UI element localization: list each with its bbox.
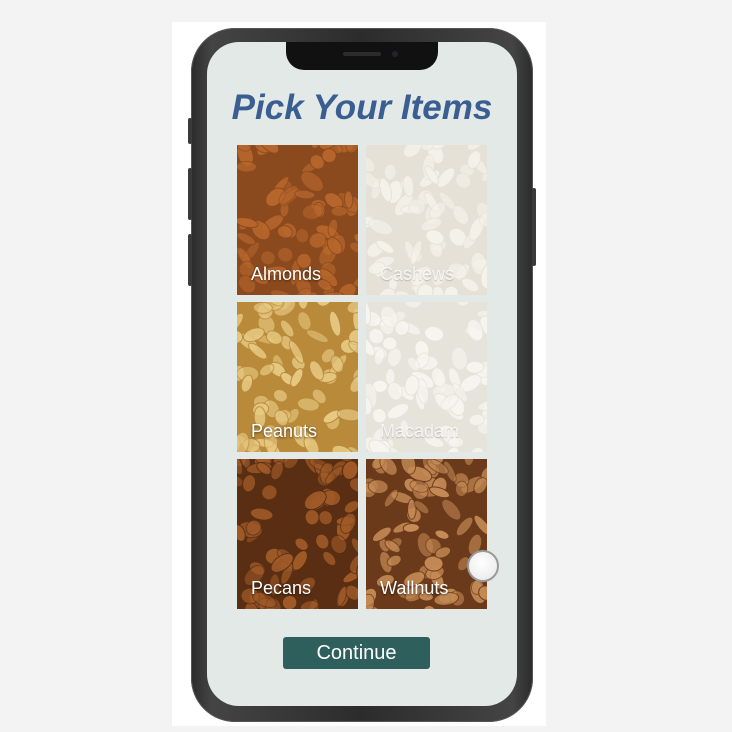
item-tile-macadam[interactable]: Macadam — [366, 302, 487, 452]
item-label-pecans: Pecans — [251, 578, 312, 598]
page-title: Pick Your Items — [231, 88, 493, 127]
item-label-almonds: Almonds — [251, 264, 322, 284]
item-tile-pecans[interactable]: Pecans — [237, 459, 358, 609]
item-tile-wallnuts[interactable]: Wallnuts — [366, 459, 487, 609]
item-label-macadam: Macadam — [380, 421, 460, 441]
phone-power-button — [532, 188, 536, 266]
item-label-cashews: Cashews — [380, 264, 455, 284]
item-tile-cashews[interactable]: Cashews — [366, 145, 487, 295]
item-tile-peanuts[interactable]: Peanuts — [237, 302, 358, 452]
phone-speaker — [343, 52, 381, 56]
phone-silent-switch — [188, 118, 192, 144]
item-tile-almonds[interactable]: Almonds — [237, 145, 358, 295]
phone-volume-up — [188, 168, 192, 220]
continue-button[interactable]: Continue — [283, 637, 430, 669]
item-label-peanuts: Peanuts — [251, 421, 318, 441]
phone-volume-down — [188, 234, 192, 286]
front-camera — [392, 51, 398, 57]
phone-notch — [286, 42, 438, 70]
touch-cursor-indicator — [467, 550, 499, 582]
item-label-wallnuts: Wallnuts — [380, 578, 449, 598]
